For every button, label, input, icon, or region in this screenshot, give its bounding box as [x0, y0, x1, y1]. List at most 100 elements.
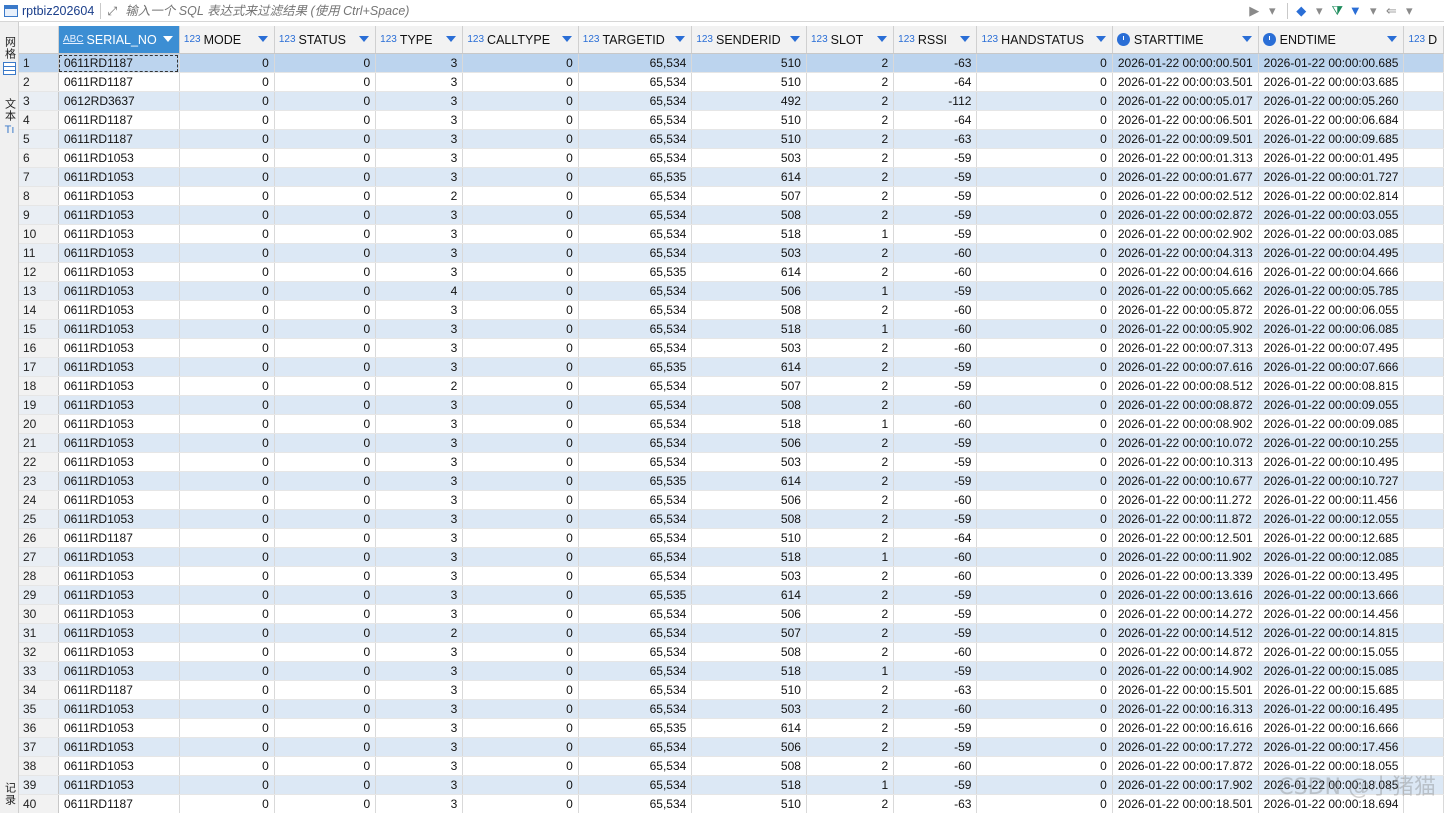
- cell-targetid[interactable]: 65,534: [578, 775, 693, 795]
- cell-starttime[interactable]: 2026-01-22 00:00:13.339: [1112, 566, 1259, 586]
- cell-handstatus[interactable]: 0: [976, 737, 1113, 757]
- cell-status[interactable]: 0: [274, 547, 377, 567]
- cell-starttime[interactable]: 2026-01-22 00:00:17.902: [1112, 775, 1259, 795]
- cell-slot[interactable]: 1: [806, 319, 895, 339]
- cell-senderid[interactable]: 614: [691, 262, 807, 282]
- cell-type[interactable]: 3: [375, 110, 464, 130]
- cell-slot[interactable]: 2: [806, 376, 895, 396]
- cell-calltype[interactable]: 0: [462, 756, 579, 776]
- cell-handstatus[interactable]: 0: [976, 281, 1113, 301]
- cell-starttime[interactable]: 2026-01-22 00:00:14.902: [1112, 661, 1259, 681]
- cell-endtime[interactable]: 2026-01-22 00:00:09.085: [1258, 414, 1405, 434]
- table-row[interactable]: 19 0611RD1053 0 0 3 0 65,534 508 2 -60 0 2026-01-22…: [19, 395, 1444, 415]
- cell-calltype[interactable]: 0: [462, 91, 579, 111]
- cell-mode[interactable]: 0: [179, 623, 275, 643]
- cell-endtime[interactable]: 2026-01-22 00:00:08.815: [1258, 376, 1405, 396]
- cell-slot[interactable]: 2: [806, 148, 895, 168]
- cell-serial_no[interactable]: 0611RD1187: [58, 129, 180, 149]
- cell-calltype[interactable]: 0: [462, 775, 579, 795]
- table-row[interactable]: 15 0611RD1053 0 0 3 0 65,534 518 1 -60 0 2026-01-22…: [19, 319, 1444, 339]
- column-menu-icon[interactable]: [960, 36, 971, 42]
- cell-serial_no[interactable]: 0611RD1053: [58, 509, 180, 529]
- cell-mode[interactable]: 0: [179, 148, 275, 168]
- cell-slot[interactable]: 2: [806, 566, 895, 586]
- column-menu-icon[interactable]: [162, 36, 173, 42]
- cell-starttime[interactable]: 2026-01-22 00:00:07.313: [1112, 338, 1259, 358]
- column-menu-icon[interactable]: [561, 36, 572, 42]
- table-row[interactable]: 7 0611RD1053 0 0 3 0 65,535 614 2 -59 0 2026-01-22 …: [19, 167, 1444, 187]
- cell-type[interactable]: 3: [375, 243, 464, 263]
- column-menu-icon[interactable]: [789, 36, 800, 42]
- cell-handstatus[interactable]: 0: [976, 205, 1113, 225]
- cell-starttime[interactable]: 2026-01-22 00:00:10.072: [1112, 433, 1259, 453]
- cell-senderid[interactable]: 503: [691, 338, 807, 358]
- cell-endtime[interactable]: 2026-01-22 00:00:06.684: [1258, 110, 1405, 130]
- cell-rssi[interactable]: -59: [893, 718, 978, 738]
- cell-d[interactable]: [1403, 794, 1444, 813]
- cell-targetid[interactable]: 65,534: [578, 205, 693, 225]
- table-row[interactable]: 3 0612RD3637 0 0 3 0 65,534 492 2 -112 0 2026-01-22…: [19, 91, 1444, 111]
- cell-rssi[interactable]: -59: [893, 775, 978, 795]
- cell-calltype[interactable]: 0: [462, 338, 579, 358]
- cell-serial_no[interactable]: 0611RD1053: [58, 718, 180, 738]
- cell-senderid[interactable]: 510: [691, 680, 807, 700]
- row-number[interactable]: 26: [19, 528, 59, 548]
- cell-calltype[interactable]: 0: [462, 72, 579, 92]
- cell-targetid[interactable]: 65,534: [578, 794, 693, 813]
- cell-targetid[interactable]: 65,534: [578, 129, 693, 149]
- cell-endtime[interactable]: 2026-01-22 00:00:14.815: [1258, 623, 1405, 643]
- cell-slot[interactable]: 2: [806, 452, 895, 472]
- cell-slot[interactable]: 2: [806, 585, 895, 605]
- cell-calltype[interactable]: 0: [462, 262, 579, 282]
- cell-status[interactable]: 0: [274, 395, 377, 415]
- cell-targetid[interactable]: 65,534: [578, 300, 693, 320]
- cell-rssi[interactable]: -59: [893, 205, 978, 225]
- column-menu-icon[interactable]: [877, 36, 888, 42]
- cell-targetid[interactable]: 65,534: [578, 604, 693, 624]
- cell-type[interactable]: 2: [375, 186, 464, 206]
- cell-calltype[interactable]: 0: [462, 642, 579, 662]
- cell-mode[interactable]: 0: [179, 737, 275, 757]
- cell-senderid[interactable]: 510: [691, 72, 807, 92]
- cell-targetid[interactable]: 65,534: [578, 756, 693, 776]
- cell-d[interactable]: [1403, 528, 1444, 548]
- cell-type[interactable]: 2: [375, 623, 464, 643]
- column-header-d[interactable]: 123 D: [1403, 26, 1444, 54]
- cell-serial_no[interactable]: 0611RD1187: [58, 528, 180, 548]
- cell-type[interactable]: 3: [375, 604, 464, 624]
- row-number[interactable]: 15: [19, 319, 59, 339]
- cell-type[interactable]: 3: [375, 395, 464, 415]
- cell-rssi[interactable]: -60: [893, 243, 978, 263]
- cell-targetid[interactable]: 65,534: [578, 433, 693, 453]
- cell-serial_no[interactable]: 0611RD1053: [58, 604, 180, 624]
- cell-serial_no[interactable]: 0611RD1187: [58, 794, 180, 813]
- row-number[interactable]: 14: [19, 300, 59, 320]
- cell-calltype[interactable]: 0: [462, 661, 579, 681]
- apply-filter-button[interactable]: ▶: [1245, 2, 1263, 20]
- cell-slot[interactable]: 2: [806, 794, 895, 813]
- cell-handstatus[interactable]: 0: [976, 300, 1113, 320]
- cell-senderid[interactable]: 508: [691, 756, 807, 776]
- cell-starttime[interactable]: 2026-01-22 00:00:03.501: [1112, 72, 1259, 92]
- cell-targetid[interactable]: 65,534: [578, 243, 693, 263]
- cell-type[interactable]: 3: [375, 224, 464, 244]
- cell-type[interactable]: 3: [375, 205, 464, 225]
- cell-starttime[interactable]: 2026-01-22 00:00:08.902: [1112, 414, 1259, 434]
- cell-d[interactable]: [1403, 395, 1444, 415]
- cell-senderid[interactable]: 508: [691, 642, 807, 662]
- cell-status[interactable]: 0: [274, 471, 377, 491]
- cell-endtime[interactable]: 2026-01-22 00:00:10.727: [1258, 471, 1405, 491]
- cell-mode[interactable]: 0: [179, 775, 275, 795]
- cell-type[interactable]: 3: [375, 262, 464, 282]
- column-menu-icon[interactable]: [1095, 36, 1106, 42]
- cell-rssi[interactable]: -60: [893, 338, 978, 358]
- cell-type[interactable]: 2: [375, 376, 464, 396]
- cell-mode[interactable]: 0: [179, 433, 275, 453]
- cell-starttime[interactable]: 2026-01-22 00:00:12.501: [1112, 528, 1259, 548]
- cell-targetid[interactable]: 65,534: [578, 509, 693, 529]
- row-number[interactable]: 8: [19, 186, 59, 206]
- cell-calltype[interactable]: 0: [462, 300, 579, 320]
- row-number[interactable]: 18: [19, 376, 59, 396]
- cell-slot[interactable]: 2: [806, 509, 895, 529]
- cell-senderid[interactable]: 510: [691, 528, 807, 548]
